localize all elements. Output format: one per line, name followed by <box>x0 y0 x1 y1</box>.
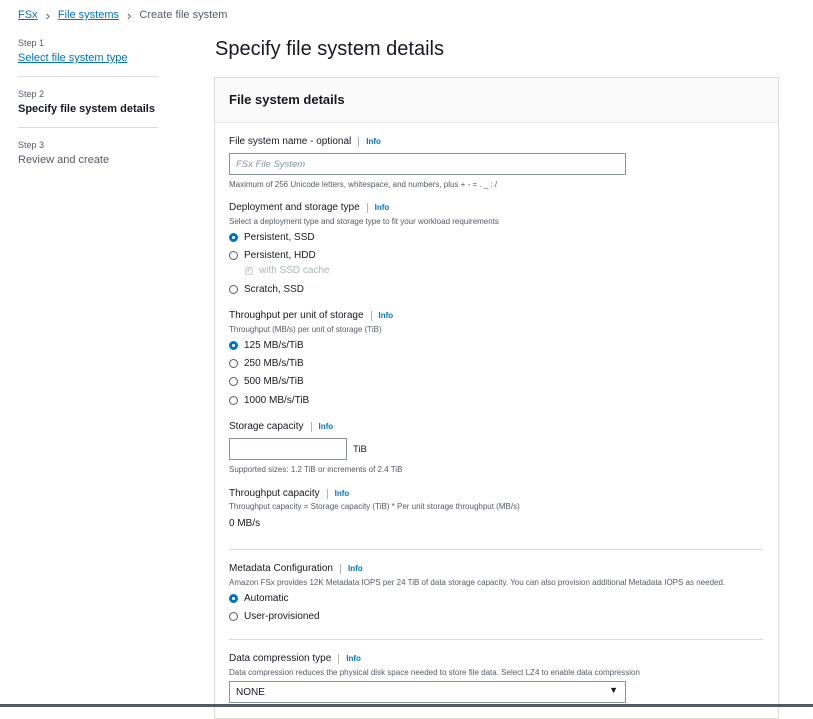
file-system-name-input[interactable]: FSx File System <box>229 153 626 175</box>
section-divider <box>229 549 763 550</box>
radio-250[interactable]: 250 MB/s/TiB <box>229 358 304 369</box>
compression-select[interactable]: NONE ▼ <box>229 681 626 703</box>
radio-icon <box>229 251 238 260</box>
compression-selected-value: NONE <box>236 687 265 698</box>
step-2-label: Step 2 <box>18 89 45 99</box>
radio-selected-icon <box>229 233 238 242</box>
radio-icon <box>229 377 238 386</box>
throughput-unit-label-text: Throughput per unit of storage <box>229 310 364 321</box>
radio-scratch-ssd[interactable]: Scratch, SSD <box>229 284 304 295</box>
info-link[interactable]: Info <box>339 563 363 574</box>
step-divider <box>18 76 158 77</box>
radio-icon <box>229 359 238 368</box>
compression-label-text: Data compression type <box>229 653 332 664</box>
info-link[interactable]: Info <box>358 136 381 147</box>
name-field-label: File system name - optional Info <box>229 136 381 147</box>
section-divider <box>229 639 763 640</box>
deployment-desc: Select a deployment type and storage typ… <box>229 217 499 226</box>
step-3-label: Step 3 <box>18 140 45 150</box>
breadcrumb-current: Create file system <box>139 9 228 21</box>
breadcrumb-file-systems[interactable]: File systems <box>58 9 119 21</box>
chevron-right-icon: › <box>45 7 50 23</box>
throughput-capacity-desc: Throughput capacity = Storage capacity (… <box>229 502 520 511</box>
page-title: Specify file system details <box>215 38 444 60</box>
radio-label: User-provisioned <box>244 611 320 622</box>
radio-125[interactable]: 125 MB/s/TiB <box>229 340 304 351</box>
breadcrumb-fsx[interactable]: FSx <box>18 9 38 21</box>
info-link[interactable]: Info <box>366 202 389 213</box>
throughput-capacity-label: Throughput capacity Info <box>229 488 349 499</box>
compression-desc: Data compression reduces the physical di… <box>229 668 640 677</box>
deployment-label-text: Deployment and storage type <box>229 202 360 213</box>
info-link[interactable]: Info <box>326 488 349 499</box>
storage-capacity-label: Storage capacity Info <box>229 421 333 432</box>
info-link[interactable]: Info <box>370 310 393 321</box>
radio-icon <box>229 396 238 405</box>
step-1-link[interactable]: Select file system type <box>18 52 158 64</box>
radio-label: Automatic <box>244 593 289 604</box>
radio-selected-icon <box>229 594 238 603</box>
info-link[interactable]: Info <box>338 653 361 664</box>
metadata-label: Metadata Configuration Info <box>229 563 363 574</box>
name-field-hint: Maximum of 256 Unicode letters, whitespa… <box>229 180 498 189</box>
name-field-label-text: File system name - optional <box>229 136 352 147</box>
metadata-desc: Amazon FSx provides 12K Metadata IOPS pe… <box>229 578 726 587</box>
breadcrumb: FSx › File systems › Create file system <box>18 7 228 23</box>
storage-capacity-input[interactable] <box>229 438 347 460</box>
info-link[interactable]: Info <box>310 421 333 432</box>
throughput-capacity-value: 0 MB/s <box>229 518 261 529</box>
radio-persistent-hdd[interactable]: Persistent, HDD <box>229 250 316 261</box>
radio-label: Persistent, HDD <box>244 250 316 261</box>
name-placeholder: FSx File System <box>236 159 306 170</box>
radio-user-provisioned[interactable]: User-provisioned <box>229 611 320 622</box>
radio-label: 1000 MB/s/TiB <box>244 395 310 406</box>
caret-down-icon: ▼ <box>609 685 618 695</box>
storage-capacity-hint: Supported sizes: 1.2 TiB or increments o… <box>229 465 403 474</box>
ssd-cache-checkbox: with SSD cache <box>245 265 330 276</box>
file-system-details-panel: File system details File system name - o… <box>214 77 779 719</box>
metadata-label-text: Metadata Configuration <box>229 563 333 574</box>
radio-automatic[interactable]: Automatic <box>229 593 288 604</box>
step-1-label: Step 1 <box>18 38 45 48</box>
compression-label: Data compression type Info <box>229 653 361 664</box>
deployment-label: Deployment and storage type Info <box>229 202 389 213</box>
step-2-title: Specify file system details <box>18 103 155 115</box>
radio-1000[interactable]: 1000 MB/s/TiB <box>229 395 309 406</box>
throughput-unit-desc: Throughput (MB/s) per unit of storage (T… <box>229 325 382 334</box>
radio-label: Persistent, SSD <box>244 232 315 243</box>
radio-500[interactable]: 500 MB/s/TiB <box>229 376 304 387</box>
step-3-title: Review and create <box>18 154 110 166</box>
radio-label: 250 MB/s/TiB <box>244 358 304 369</box>
radio-label: Scratch, SSD <box>244 284 305 295</box>
chevron-right-icon: › <box>127 7 132 23</box>
radio-icon <box>229 285 238 294</box>
steps-nav: Step 1 Select file system type Step 2 Sp… <box>18 38 158 166</box>
panel-title: File system details <box>229 92 345 107</box>
radio-label: 125 MB/s/TiB <box>244 340 304 351</box>
radio-persistent-ssd[interactable]: Persistent, SSD <box>229 232 315 243</box>
radio-icon <box>229 612 238 621</box>
radio-selected-icon <box>229 341 238 350</box>
checkbox-disabled-icon <box>245 265 253 275</box>
radio-label: 500 MB/s/TiB <box>244 376 304 387</box>
storage-capacity-label-text: Storage capacity <box>229 421 304 432</box>
throughput-unit-label: Throughput per unit of storage Info <box>229 310 393 321</box>
ssd-cache-label: with SSD cache <box>259 265 330 276</box>
storage-unit-label: TiB <box>353 444 367 455</box>
step-divider <box>18 127 158 128</box>
throughput-capacity-label-text: Throughput capacity <box>229 488 320 499</box>
